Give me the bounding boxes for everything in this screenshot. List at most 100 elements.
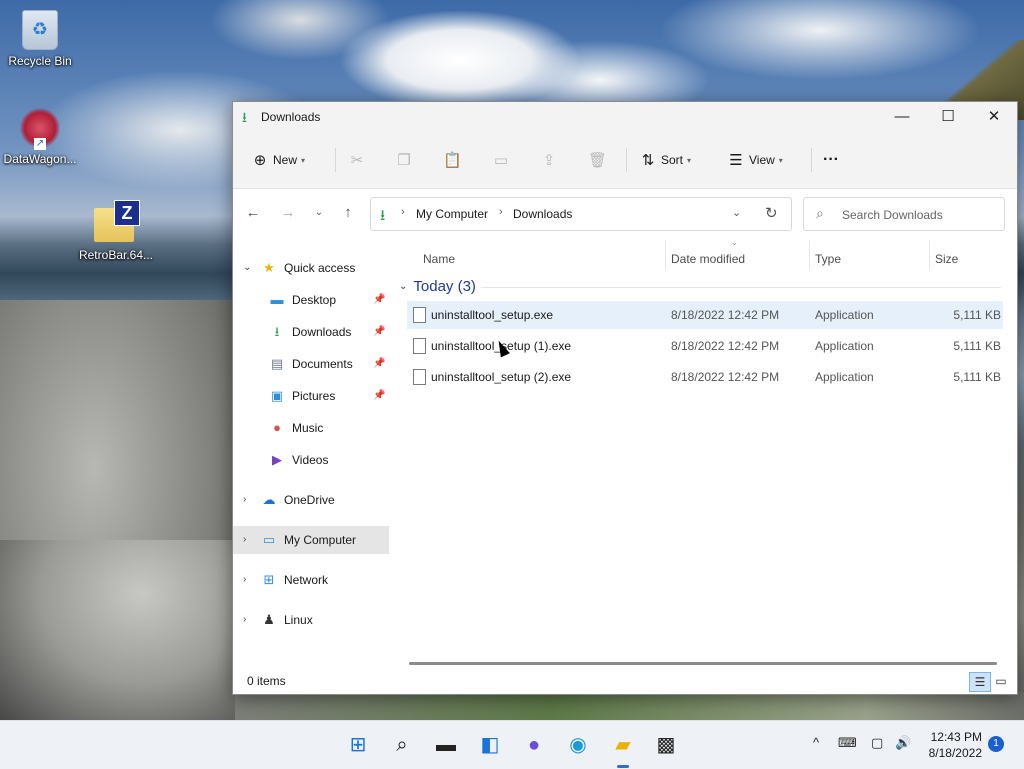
nav-item-quick-access[interactable]: ⌄ ★ Quick access <box>233 254 389 282</box>
recent-locations-chevron-icon[interactable]: ⌄ <box>307 201 331 225</box>
horizontal-scrollbar[interactable] <box>409 662 997 665</box>
column-divider[interactable] <box>809 240 810 270</box>
file-date: 8/18/2022 12:42 PM <box>671 339 780 353</box>
sort-icon: ⇅ <box>641 151 655 169</box>
file-icon <box>413 338 426 354</box>
file-icon <box>413 369 426 385</box>
windows-start-icon[interactable]: ⊞ <box>342 729 374 761</box>
group-divider <box>481 287 1001 288</box>
column-header-date-modified[interactable]: Date modified <box>671 245 745 273</box>
tiles-view-icon[interactable]: ▭ <box>991 672 1011 690</box>
chevron-down-icon: ▾ <box>687 155 692 165</box>
copy-icon: ❐ <box>397 151 411 169</box>
file-explorer-icon[interactable]: ▰ <box>607 729 639 761</box>
address-bar[interactable]: ⭳ › My Computer › Downloads ⌄ ↻ <box>370 197 792 231</box>
nav-item-music[interactable]: ● Music <box>233 414 389 442</box>
close-button[interactable]: ✕ <box>971 102 1017 132</box>
notification-badge[interactable]: 1 <box>988 736 1004 752</box>
more-options-button[interactable]: ··· <box>823 146 839 174</box>
star-icon: ★ <box>263 260 275 275</box>
column-divider[interactable] <box>929 240 930 270</box>
pin-icon: 📌 <box>373 390 386 401</box>
column-divider[interactable] <box>665 240 666 270</box>
task-view-icon[interactable]: ▬ <box>430 729 462 761</box>
file-date: 8/18/2022 12:42 PM <box>671 370 780 384</box>
widgets-icon[interactable]: ◧ <box>474 729 506 761</box>
search-input[interactable] <box>840 204 1002 226</box>
file-row[interactable]: uninstalltool_setup.exe 8/18/2022 12:42 … <box>407 301 1003 329</box>
file-row[interactable]: uninstalltool_setup (2).exe 8/18/2022 12… <box>407 363 1003 391</box>
store-icon[interactable]: ▩ <box>650 729 682 761</box>
pin-icon: 📌 <box>373 326 386 337</box>
copy-button[interactable]: ❐ <box>395 146 417 174</box>
nav-item-linux[interactable]: › ♟ Linux <box>233 606 389 634</box>
details-view-icon[interactable]: ☰ <box>969 672 991 692</box>
edge-browser-icon[interactable]: ◉ <box>562 729 594 761</box>
chat-icon[interactable]: ● <box>518 729 550 761</box>
clock[interactable]: 12:43 PM 8/18/2022 <box>920 729 982 761</box>
volume-icon[interactable]: 🔊 <box>895 735 911 751</box>
column-header-type[interactable]: Type <box>815 245 841 273</box>
chevron-right-icon[interactable]: › <box>243 486 253 514</box>
share-button[interactable]: ⇪ <box>540 146 562 174</box>
breadcrumb-my-computer[interactable]: My Computer <box>416 207 488 221</box>
chevron-down-icon[interactable]: ⌄ <box>243 254 253 282</box>
back-arrow-icon[interactable]: ← <box>241 201 265 225</box>
file-size: 5,111 KB <box>953 308 1001 322</box>
search-icon[interactable]: ⌕ <box>386 729 418 761</box>
nav-item-onedrive[interactable]: › ☁ OneDrive <box>233 486 389 514</box>
toolbar-separator <box>626 148 627 172</box>
nav-label: Documents <box>292 357 353 371</box>
network-status-icon[interactable]: ▢ <box>871 735 883 751</box>
view-button[interactable]: ☰ View ▾ <box>727 146 783 174</box>
title-bar[interactable]: ⭳ Downloads — ☐ ✕ <box>233 102 1017 132</box>
keyboard-icon[interactable]: ⌨ <box>838 735 857 751</box>
view-lines-icon: ☰ <box>729 151 743 169</box>
network-icon: ⊞ <box>263 572 275 587</box>
search-box[interactable]: ⌕ <box>803 197 1005 231</box>
chevron-down-icon[interactable]: ⌄ <box>732 206 741 219</box>
nav-label: Pictures <box>292 389 336 403</box>
desktop-icon-label: Recycle Bin <box>8 54 72 68</box>
maximize-button[interactable]: ☐ <box>925 102 971 132</box>
new-button[interactable]: ⊕ New ▾ <box>251 146 305 174</box>
sort-button[interactable]: ⇅ Sort ▾ <box>639 146 691 174</box>
chevron-right-icon[interactable]: › <box>243 566 253 594</box>
file-type: Application <box>815 370 874 384</box>
toolbar-separator <box>811 148 812 172</box>
retrobar-icon: Z <box>92 200 140 244</box>
nav-item-pictures[interactable]: ▣ Pictures 📌 <box>233 382 389 410</box>
paste-button[interactable]: 📋 <box>443 146 465 174</box>
nav-item-network[interactable]: › ⊞ Network <box>233 566 389 594</box>
nav-item-desktop[interactable]: ▬ Desktop 📌 <box>233 286 389 314</box>
rename-button[interactable]: ▭ <box>492 146 514 174</box>
nav-item-videos[interactable]: ▶ Videos <box>233 446 389 474</box>
nav-item-documents[interactable]: ▤ Documents 📌 <box>233 350 389 378</box>
nav-item-my-computer[interactable]: › ▭ My Computer <box>233 526 389 554</box>
chevron-right-icon[interactable]: › <box>243 526 253 554</box>
chevron-right-icon[interactable]: › <box>243 606 253 634</box>
group-header-today[interactable]: ⌄ Today (3) <box>399 276 476 298</box>
minimize-button[interactable]: — <box>879 102 925 132</box>
forward-arrow-icon[interactable]: → <box>276 201 300 225</box>
desktop-icon-recycle-bin[interactable]: ♻ Recycle Bin <box>0 10 80 68</box>
desktop-icon-datawagon[interactable]: ↗ DataWagon... <box>0 108 80 166</box>
navigation-pane: ⌄ ★ Quick access ▬ Desktop 📌 ⭳ Downloads… <box>233 240 391 662</box>
breadcrumb-downloads[interactable]: Downloads <box>513 207 572 221</box>
desktop-icon-retrobar[interactable]: Z RetroBar.64... <box>76 200 156 262</box>
wallpaper-rocks-lower <box>0 540 235 720</box>
cut-button[interactable]: ✂ <box>348 146 370 174</box>
chevron-down-icon: ⌄ <box>399 281 408 293</box>
datawagon-icon: ↗ <box>20 108 60 150</box>
column-header-size[interactable]: Size <box>935 245 958 273</box>
column-header-name[interactable]: Name <box>423 245 455 273</box>
refresh-icon[interactable]: ↻ <box>765 204 778 222</box>
nav-item-downloads[interactable]: ⭳ Downloads 📌 <box>233 318 389 346</box>
chevron-up-icon[interactable]: ^ <box>813 735 819 750</box>
nav-label: Downloads <box>292 325 352 339</box>
desktop-icon-label: RetroBar.64... <box>78 248 154 262</box>
file-list: Name ⌄ Date modified Type Size ⌄ Today (3… <box>391 238 1017 665</box>
up-arrow-icon[interactable]: ↑ <box>336 201 360 225</box>
delete-button[interactable]: 🗑 <box>588 146 610 174</box>
chevron-down-icon: ▾ <box>301 155 306 165</box>
